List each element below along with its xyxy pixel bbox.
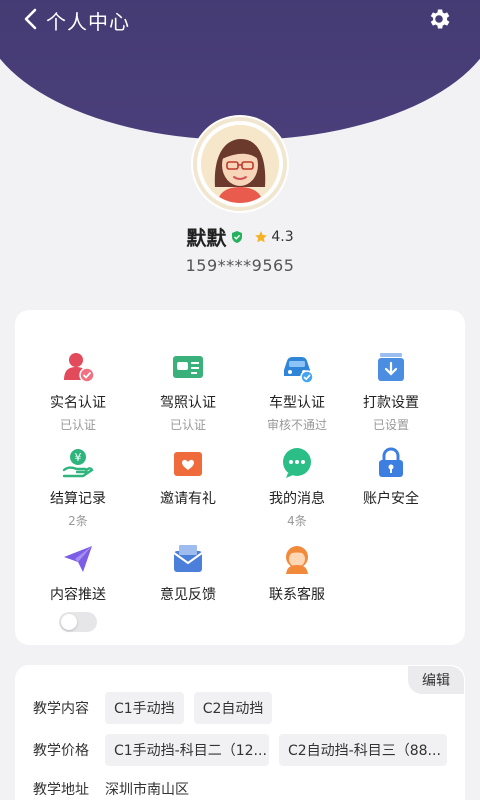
grid-item-label: 车型认证 (269, 395, 325, 411)
license-card-icon (171, 350, 205, 384)
grid-item-label: 内容推送 (50, 587, 106, 603)
avatar-image (201, 125, 279, 203)
grid-item-status: 已认证 (59, 418, 96, 432)
teaching-content-row: 教学内容 C1手动挡 C2自动挡 (33, 692, 282, 724)
phone-number: 159****9565 (185, 256, 295, 275)
grid-item-support[interactable]: 联系客服 (241, 542, 353, 604)
grid-item-status: 审核不通过 (266, 418, 327, 432)
woman-avatar-icon (201, 125, 279, 203)
grid-item-label: 联系客服 (269, 587, 325, 603)
avatar[interactable] (193, 117, 287, 211)
grid-item-label: 邀请有礼 (160, 491, 216, 507)
push-toggle[interactable] (59, 612, 97, 632)
grid-item-status: 已设置 (372, 418, 409, 432)
grid-item-feedback[interactable]: 意见反馈 (132, 542, 244, 604)
grid-item-payout[interactable]: 打款设置 已设置 (335, 350, 447, 433)
customer-service-icon (280, 542, 314, 576)
price-tag[interactable]: C2自动挡-科目三（88... (279, 734, 447, 766)
grid-item-label: 驾照认证 (160, 395, 216, 411)
price-tag[interactable]: C1手动挡-科目二（12... (105, 734, 269, 766)
grid-item-push[interactable]: 内容推送 (22, 542, 134, 632)
teaching-price-label: 教学价格 (33, 743, 89, 759)
gift-envelope-icon (171, 446, 205, 480)
toggle-knob (61, 614, 77, 630)
send-plane-icon (61, 542, 95, 576)
mail-feedback-icon (171, 542, 205, 576)
rating: 4.3 (254, 228, 294, 245)
lock-icon (374, 446, 408, 480)
teaching-address-value: 深圳市南山区 (105, 782, 189, 798)
top-bar: 个人中心 (0, 0, 480, 38)
grid-item-label: 实名认证 (50, 395, 106, 411)
grid-item-status: 已认证 (169, 418, 206, 432)
settings-button[interactable] (426, 6, 452, 32)
car-check-icon (280, 350, 314, 384)
grid-item-security[interactable]: 账户安全 (335, 446, 447, 508)
grid-item-status: 2条 (68, 514, 88, 528)
gear-icon (430, 9, 450, 29)
svg-text:¥: ¥ (75, 451, 82, 464)
chevron-left-icon (24, 8, 37, 30)
grid-item-label: 结算记录 (50, 491, 106, 507)
teaching-address-label: 教学地址 (33, 782, 89, 798)
user-name: 默默 (186, 226, 227, 250)
content-tag[interactable]: C1手动挡 (105, 692, 184, 724)
grid-item-settlement[interactable]: ¥ 结算记录 2条 (22, 446, 134, 529)
yen-hand-icon: ¥ (61, 446, 95, 480)
id-person-check-icon (61, 350, 95, 384)
grid-item-label: 打款设置 (363, 395, 419, 411)
grid-item-license[interactable]: 驾照认证 已认证 (132, 350, 244, 433)
grid-item-realname[interactable]: 实名认证 已认证 (22, 350, 134, 433)
grid-item-label: 账户安全 (363, 491, 419, 507)
grid-item-label: 我的消息 (269, 491, 325, 507)
name-row: 默默 4.3 (0, 222, 480, 251)
edit-button[interactable]: 编辑 (408, 666, 464, 694)
star-icon (255, 230, 268, 242)
page-title: 个人中心 (46, 10, 130, 34)
grid-item-label: 意见反馈 (160, 587, 216, 603)
teaching-address-row: 教学地址 深圳市南山区 (33, 779, 189, 799)
download-tray-icon (374, 350, 408, 384)
teaching-price-row: 教学价格 C1手动挡-科目二（12... C2自动挡-科目三（88... (33, 734, 457, 766)
chat-bubble-icon (280, 446, 314, 480)
teaching-content-label: 教学内容 (33, 701, 89, 717)
verified-shield-icon (232, 230, 243, 243)
content-tag[interactable]: C2自动挡 (193, 692, 273, 724)
rating-value: 4.3 (271, 228, 294, 245)
profile-page: 个人中心 默默 4.3 159****9565 实名认证 已认证 驾照认证 已认… (0, 0, 480, 800)
grid-item-status: 4条 (287, 514, 307, 528)
grid-item-invite[interactable]: 邀请有礼 (132, 446, 244, 508)
function-grid-card: 实名认证 已认证 驾照认证 已认证 车型认证 审核不通过 打款设置 已设置 ¥ … (15, 310, 465, 645)
back-button[interactable] (16, 7, 44, 31)
